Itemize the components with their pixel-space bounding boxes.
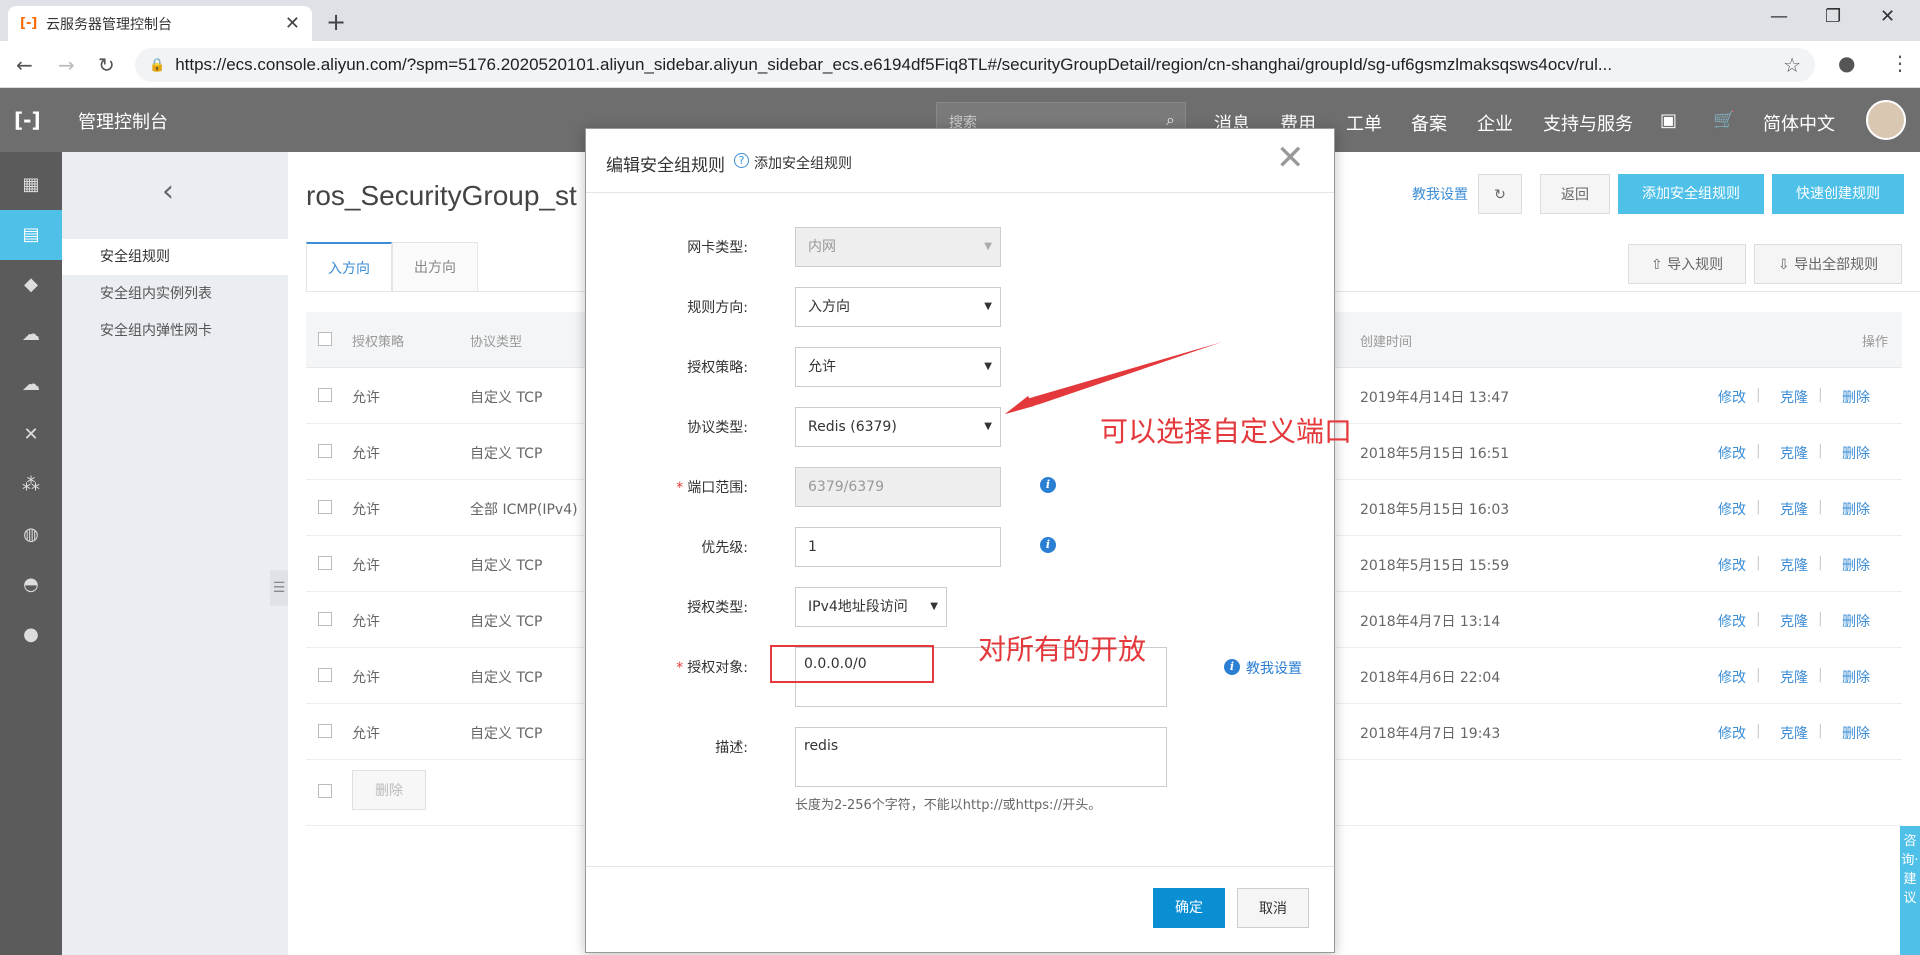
annotation-highlight-box <box>770 645 934 683</box>
annotation-arrow <box>1005 342 1222 414</box>
arrow-shape <box>1005 342 1222 414</box>
annotation-custom-port: 可以选择自定义端口 <box>1100 415 1353 448</box>
annotation-open-all: 对所有的开放 <box>978 633 1147 666</box>
